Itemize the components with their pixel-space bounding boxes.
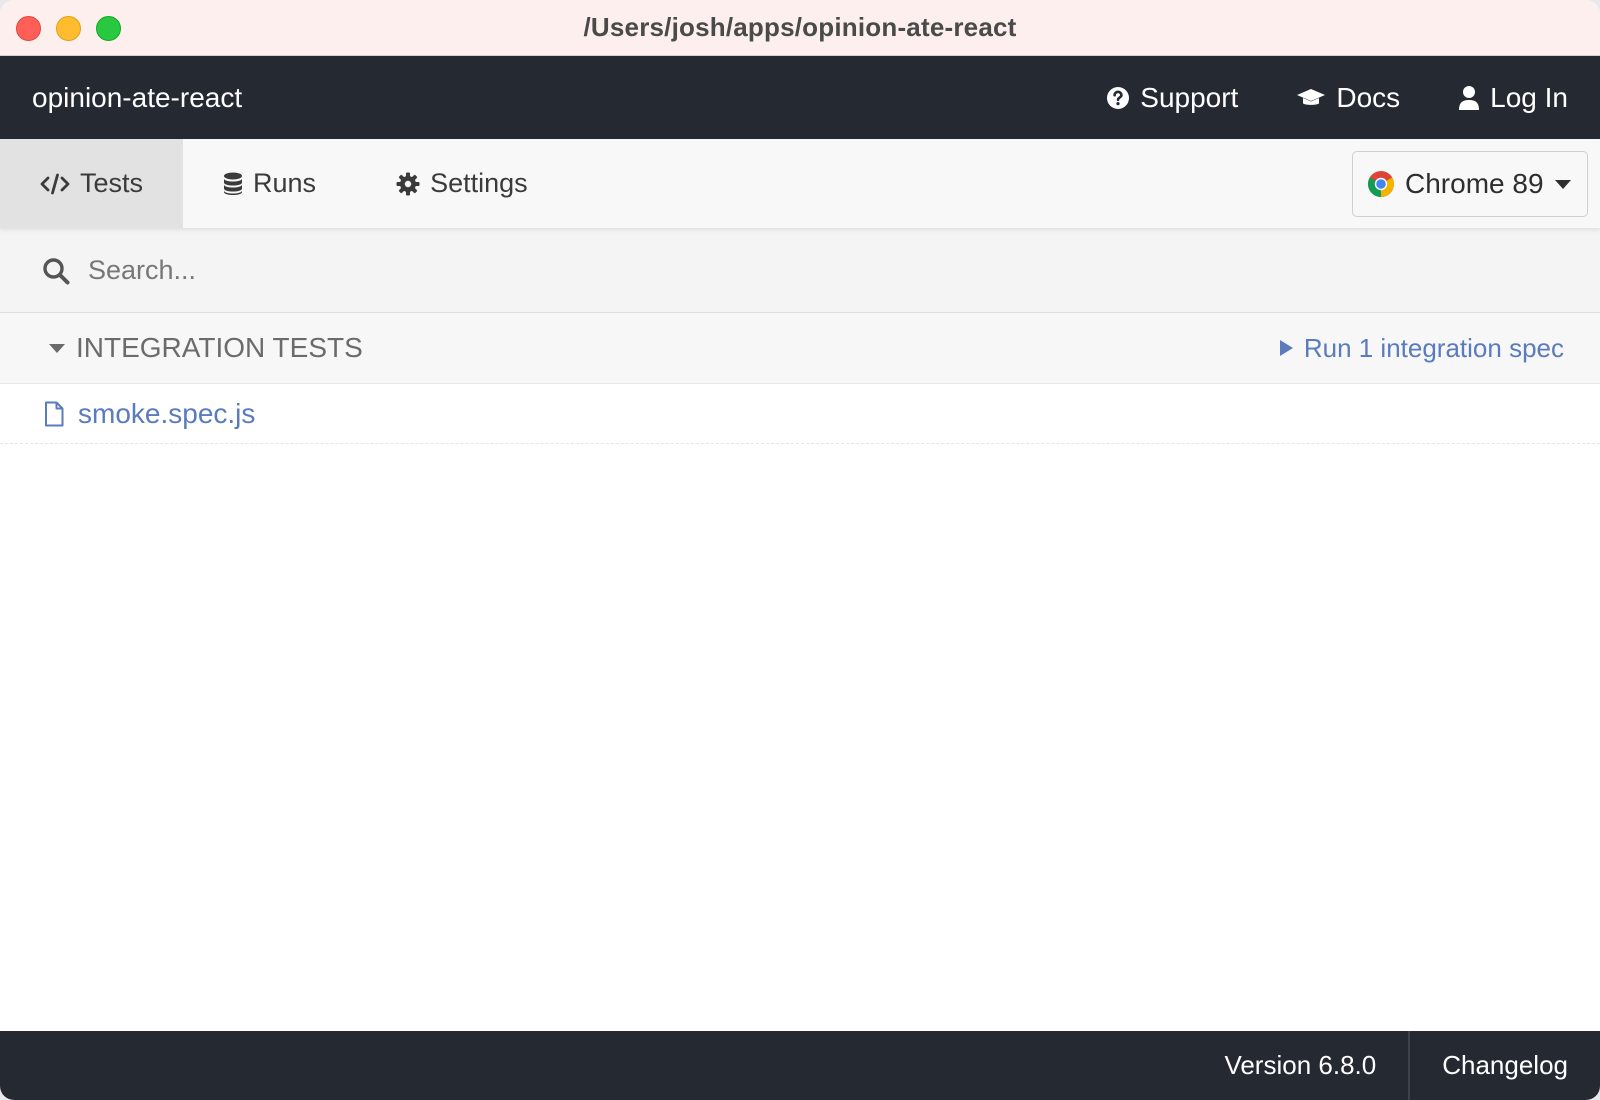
tab-tests[interactable]: Tests bbox=[0, 139, 184, 228]
window-title: /Users/josh/apps/opinion-ate-react bbox=[583, 12, 1017, 42]
tab-tests-label: Tests bbox=[80, 168, 144, 198]
changelog-link[interactable]: Changelog bbox=[1410, 1031, 1600, 1100]
maximize-window-button[interactable] bbox=[96, 16, 121, 41]
run-integration-specs-button[interactable]: Run 1 integration spec bbox=[1278, 333, 1564, 364]
browser-label: Chrome 89 bbox=[1405, 167, 1544, 199]
tab-settings[interactable]: Settings bbox=[356, 139, 568, 228]
window-controls bbox=[16, 16, 121, 41]
login-label: Log In bbox=[1490, 81, 1568, 113]
close-window-button[interactable] bbox=[16, 16, 41, 41]
caret-down-icon bbox=[49, 344, 65, 353]
tab-settings-label: Settings bbox=[430, 168, 528, 198]
browser-selector-wrap: Chrome 89 bbox=[1352, 139, 1600, 228]
spec-file-row[interactable]: smoke.spec.js bbox=[0, 384, 1600, 444]
database-icon bbox=[224, 172, 243, 195]
support-label: Support bbox=[1140, 81, 1239, 113]
tab-list: Tests Runs Settings bbox=[0, 139, 568, 228]
support-link[interactable]: Support bbox=[1106, 82, 1238, 114]
login-link[interactable]: Log In bbox=[1458, 82, 1568, 114]
app-window: /Users/josh/apps/opinion-ate-react opini… bbox=[0, 0, 1600, 1100]
group-title-label: INTEGRATION TESTS bbox=[76, 332, 363, 363]
run-label: Run 1 integration spec bbox=[1303, 332, 1564, 363]
user-icon bbox=[1459, 85, 1480, 110]
tab-runs[interactable]: Runs bbox=[183, 139, 356, 228]
code-icon bbox=[40, 173, 70, 194]
caret-down-icon bbox=[1554, 179, 1571, 189]
graduation-cap-icon bbox=[1297, 88, 1326, 105]
tabs-bar: Tests Runs Settings Chrome 89 bbox=[0, 139, 1600, 229]
top-nav: opinion-ate-react Support Docs Log In bbox=[0, 56, 1600, 139]
header-links: Support Docs Log In bbox=[1106, 82, 1568, 114]
search-icon bbox=[43, 257, 70, 284]
search-input[interactable] bbox=[88, 255, 688, 286]
version-label: Version 6.8.0 bbox=[1224, 1050, 1377, 1080]
docs-label: Docs bbox=[1336, 81, 1401, 113]
browser-select-button[interactable]: Chrome 89 bbox=[1352, 150, 1588, 217]
search-bar bbox=[0, 229, 1600, 313]
spec-file-name: smoke.spec.js bbox=[78, 397, 256, 429]
spec-list: INTEGRATION TESTS Run 1 integration spec… bbox=[0, 313, 1600, 1031]
file-icon bbox=[45, 401, 64, 426]
chrome-icon bbox=[1367, 170, 1395, 197]
tab-runs-label: Runs bbox=[253, 168, 317, 198]
play-icon bbox=[1279, 340, 1293, 356]
integration-tests-toggle[interactable]: INTEGRATION TESTS bbox=[48, 332, 363, 364]
project-name: opinion-ate-react bbox=[32, 81, 243, 113]
integration-tests-group-header: INTEGRATION TESTS Run 1 integration spec bbox=[0, 313, 1600, 384]
docs-link[interactable]: Docs bbox=[1296, 82, 1400, 114]
footer-bar: Version 6.8.0 Changelog bbox=[0, 1031, 1600, 1100]
gear-icon bbox=[396, 172, 420, 195]
minimize-window-button[interactable] bbox=[56, 16, 81, 41]
title-bar: /Users/josh/apps/opinion-ate-react bbox=[0, 0, 1600, 56]
question-circle-icon bbox=[1107, 86, 1130, 109]
